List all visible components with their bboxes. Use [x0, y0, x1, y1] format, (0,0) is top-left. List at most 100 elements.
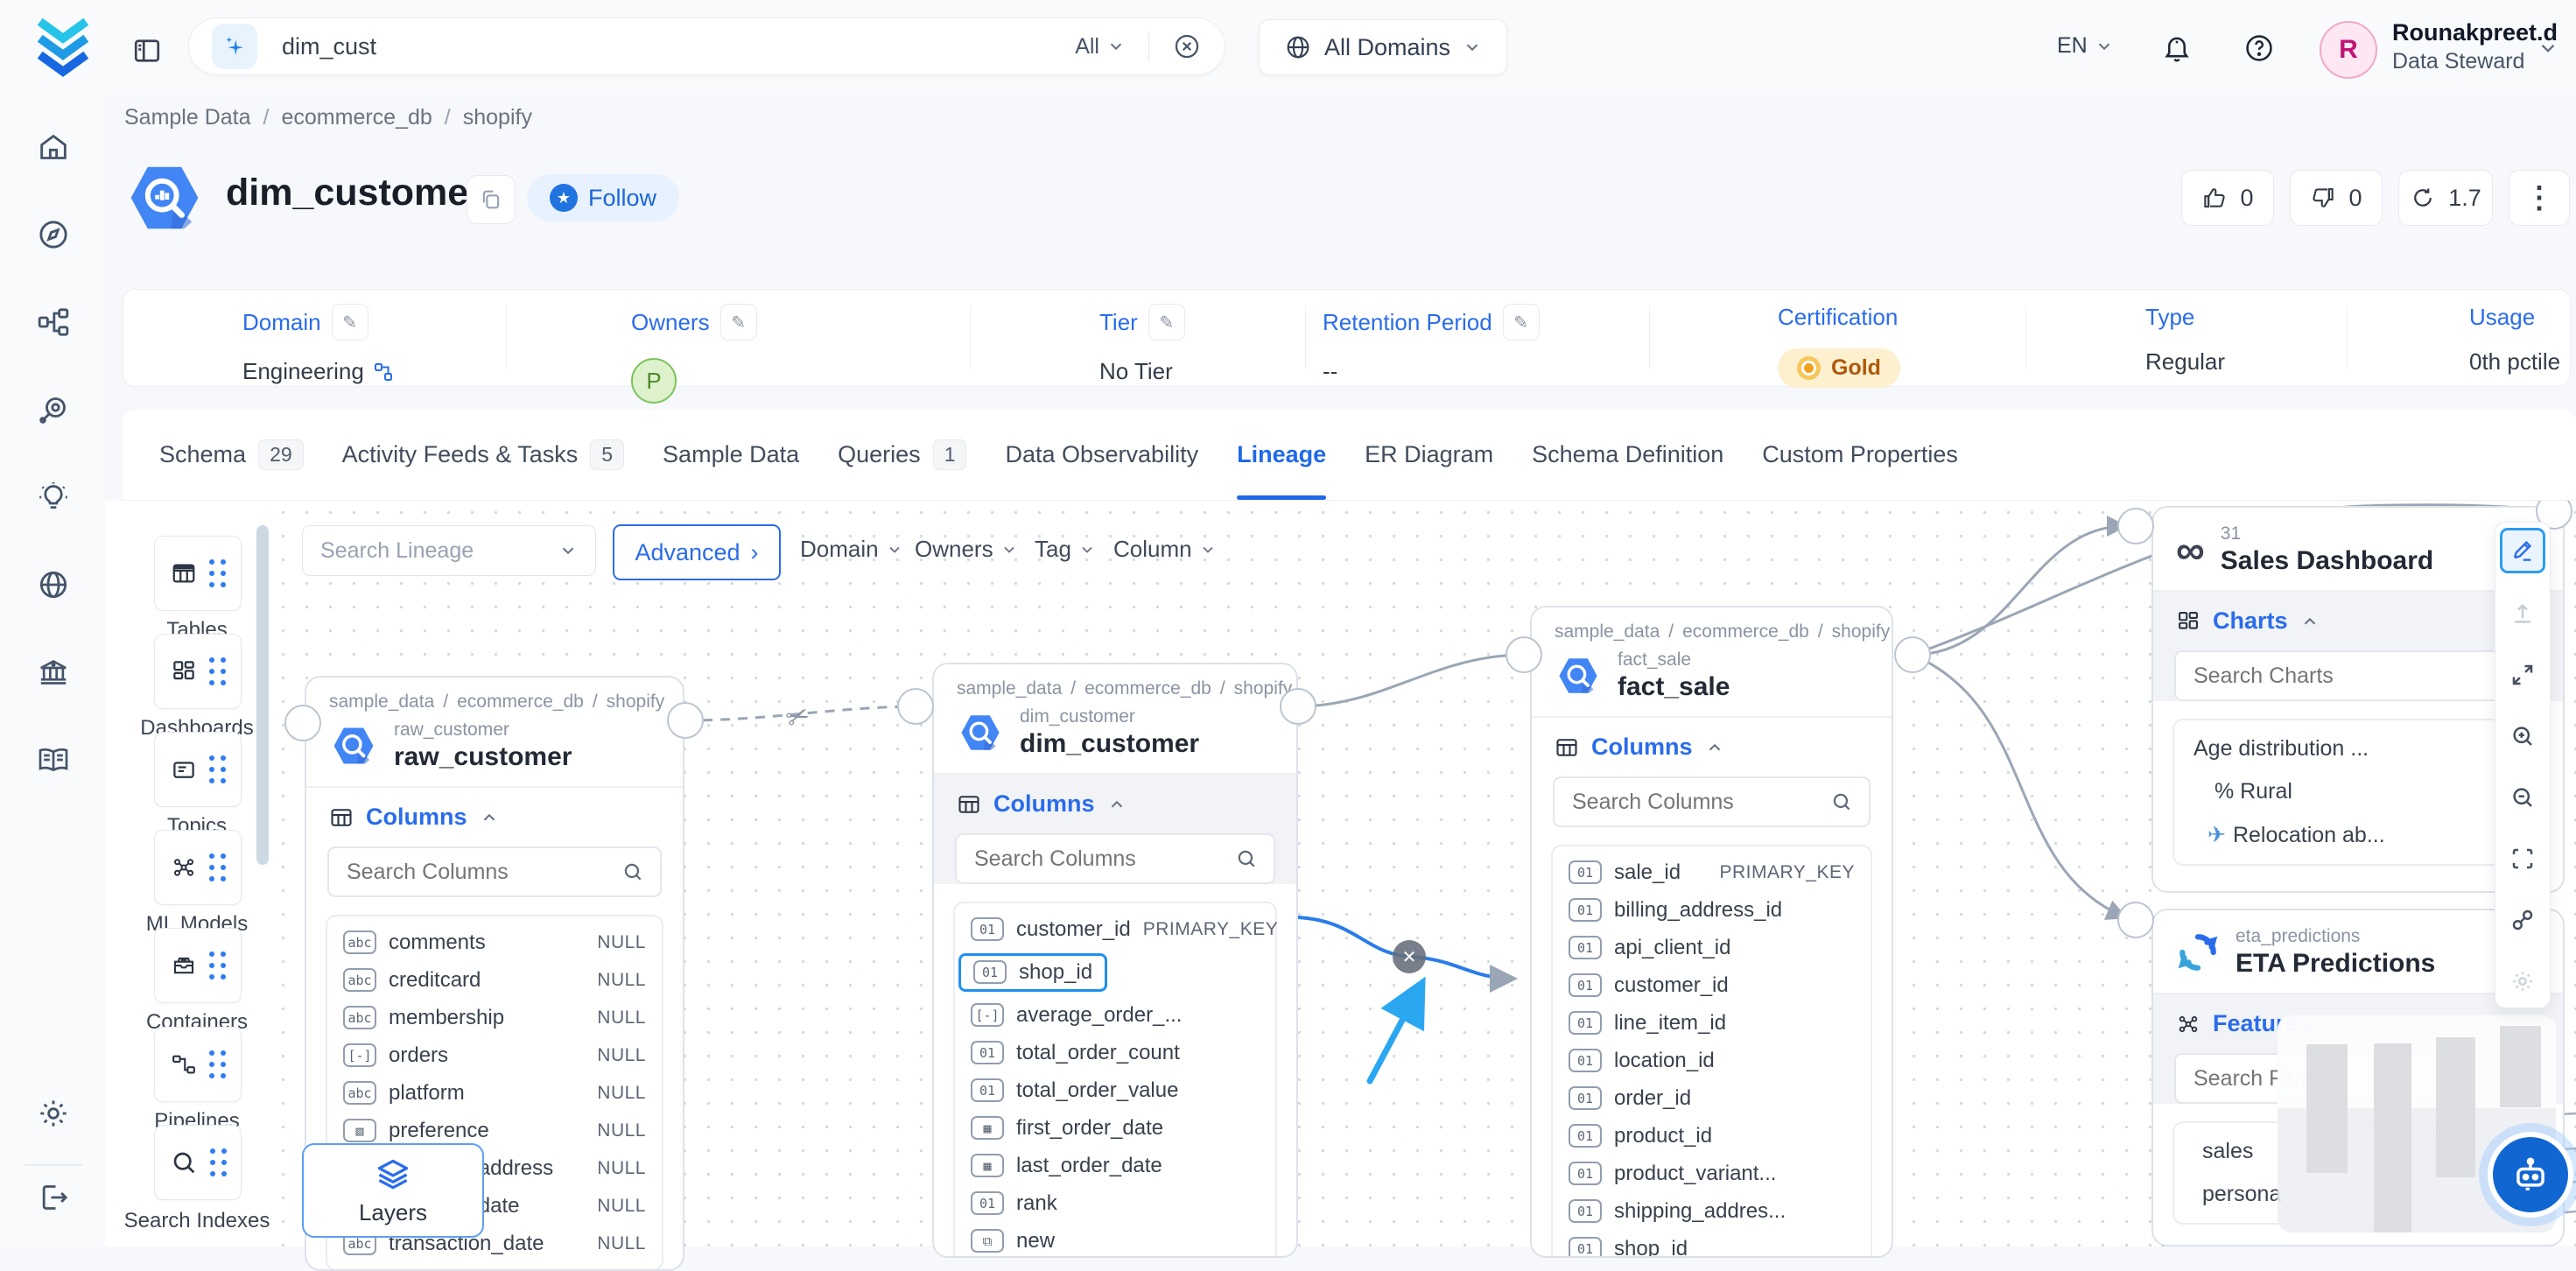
column-row[interactable]: abcmembershipNULL	[327, 999, 662, 1036]
search-lineage-select[interactable]: Search Lineage	[302, 525, 596, 576]
column-row[interactable]: 01order_id	[1553, 1079, 1871, 1117]
user-name[interactable]: Rounakpreet.d	[2392, 19, 2558, 46]
palette-search-indexes[interactable]	[154, 1125, 242, 1200]
node-connection-handle[interactable]	[1280, 688, 1316, 725]
filter-tag-dropdown[interactable]: Tag	[1035, 536, 1096, 563]
chart-item[interactable]: ✈Relocation ab...	[2174, 813, 2542, 857]
edit-lineage-button[interactable]	[2500, 528, 2545, 573]
advanced-filter-button[interactable]: Advanced›	[613, 524, 781, 580]
column-row[interactable]: 01product_id	[1553, 1117, 1871, 1155]
global-search-bar[interactable]: All	[188, 18, 1225, 75]
edit-owners-button[interactable]: ✎	[720, 304, 757, 341]
columns-section-toggle[interactable]: Columns	[1532, 718, 1892, 773]
column-row[interactable]: 01billing_address_id	[1553, 891, 1871, 929]
tab-data-observability[interactable]: Data Observability	[1005, 410, 1198, 500]
tab-er-diagram[interactable]: ER Diagram	[1365, 410, 1493, 500]
column-row[interactable]: [-]average_order_...	[955, 996, 1275, 1034]
palette-tables[interactable]	[154, 536, 242, 611]
column-row[interactable]: 01rank	[955, 1184, 1275, 1222]
insights-bulb-icon[interactable]	[36, 480, 71, 515]
node-connection-handle[interactable]	[1894, 636, 1931, 673]
node-connection-handle[interactable]	[284, 705, 321, 741]
domains-globe-icon[interactable]	[36, 567, 71, 602]
column-row[interactable]: 01api_client_id	[1553, 929, 1871, 966]
chart-item[interactable]: % Rural	[2174, 770, 2542, 813]
expand-all-button[interactable]	[2500, 654, 2545, 696]
filter-column-dropdown[interactable]: Column	[1113, 536, 1217, 563]
node-connection-handle[interactable]	[667, 702, 704, 739]
edit-retention-button[interactable]: ✎	[1503, 304, 1540, 341]
column-row[interactable]: ▦last_order_date	[955, 1147, 1275, 1184]
chatbot-button[interactable]	[2493, 1137, 2568, 1212]
tab-activity-feeds[interactable]: Activity Feeds & Tasks5	[342, 410, 624, 500]
columns-section-toggle[interactable]: Columns	[306, 788, 683, 843]
zoom-in-button[interactable]	[2500, 715, 2545, 757]
column-row[interactable]: 01customer_id	[1553, 966, 1871, 1004]
palette-topics[interactable]	[154, 732, 242, 807]
column-row[interactable]: 01location_id	[1553, 1042, 1871, 1079]
domains-hierarchy-icon[interactable]	[36, 305, 71, 340]
search-columns-field[interactable]	[1553, 776, 1871, 827]
column-row[interactable]: 01customer_idPRIMARY_KEY	[955, 910, 1275, 948]
help-icon[interactable]	[2243, 32, 2276, 65]
column-row[interactable]: 01total_order_value	[955, 1071, 1275, 1109]
lineage-settings-gear-icon[interactable]	[2500, 960, 2545, 1002]
column-row-selected[interactable]: 01shop_id	[955, 948, 1275, 996]
column-row[interactable]: [-]ordersNULL	[327, 1036, 662, 1074]
filter-owners-dropdown[interactable]: Owners	[915, 536, 1018, 563]
tab-schema[interactable]: Schema29	[159, 410, 304, 500]
copy-name-button[interactable]	[467, 175, 516, 224]
tab-lineage[interactable]: Lineage	[1237, 410, 1326, 500]
notifications-bell-icon[interactable]	[2160, 32, 2193, 65]
explore-compass-icon[interactable]	[36, 217, 71, 252]
edit-tier-button[interactable]: ✎	[1148, 304, 1185, 341]
downvote-button[interactable]: 0	[2290, 170, 2383, 226]
palette-containers[interactable]	[154, 928, 242, 1003]
column-row[interactable]: ⧉new	[955, 1222, 1275, 1258]
observability-icon[interactable]	[36, 392, 71, 427]
owner-avatar[interactable]: P	[631, 358, 677, 404]
glossary-book-icon[interactable]	[36, 742, 71, 777]
palette-dashboards[interactable]	[154, 634, 242, 709]
layers-button[interactable]: Layers	[302, 1143, 484, 1238]
governance-bank-icon[interactable]	[36, 655, 71, 690]
settings-gear-icon[interactable]	[36, 1096, 71, 1131]
home-icon[interactable]	[36, 130, 71, 165]
fit-view-button[interactable]	[2500, 838, 2545, 880]
tab-custom-properties[interactable]: Custom Properties	[1762, 410, 1958, 500]
breadcrumb-link[interactable]: ecommerce_db	[281, 105, 432, 130]
filter-domain-dropdown[interactable]: Domain	[800, 536, 903, 563]
upvote-button[interactable]: 0	[2181, 170, 2274, 226]
zoom-out-button[interactable]	[2500, 776, 2545, 818]
column-row[interactable]: 01shop_id	[1553, 1230, 1871, 1258]
more-actions-button[interactable]: ⋮	[2509, 170, 2570, 226]
column-row[interactable]: 01sale_idPRIMARY_KEY	[1553, 853, 1871, 891]
lineage-node-dim-customer[interactable]: sample_data/ecommerce_db/shopify dim_cus…	[932, 663, 1298, 1258]
edit-domain-button[interactable]: ✎	[332, 304, 369, 341]
tab-queries[interactable]: Queries1	[838, 410, 966, 500]
search-columns-field[interactable]	[327, 846, 662, 897]
node-connection-handle[interactable]	[897, 688, 934, 725]
search-input[interactable]	[280, 32, 1075, 61]
node-connection-handle[interactable]	[1506, 636, 1542, 673]
breadcrumb-link[interactable]: Sample Data	[124, 105, 251, 130]
node-connection-handle[interactable]	[2117, 902, 2154, 938]
tab-schema-definition[interactable]: Schema Definition	[1532, 410, 1723, 500]
search-charts-field[interactable]	[2174, 650, 2542, 701]
lineage-node-fact-sale[interactable]: sample_data/ecommerce_db/shopify fact_sa…	[1530, 606, 1893, 1258]
chart-item[interactable]: Age distribution ...	[2174, 727, 2542, 770]
language-selector[interactable]: EN	[2057, 33, 2114, 59]
logout-icon[interactable]	[36, 1180, 71, 1215]
tab-sample-data[interactable]: Sample Data	[663, 410, 799, 500]
column-row[interactable]: abccommentsNULL	[327, 923, 662, 961]
delete-edge-button[interactable]: ✕	[1393, 940, 1426, 973]
search-scope-dropdown[interactable]: All	[1075, 34, 1126, 60]
openmetadata-logo-icon[interactable]	[32, 14, 95, 81]
column-lineage-link-button[interactable]	[2500, 899, 2545, 941]
columns-section-toggle[interactable]: Columns	[934, 775, 1296, 830]
column-row[interactable]: abccreditcardNULL	[327, 961, 662, 999]
search-columns-field[interactable]	[955, 833, 1275, 884]
palette-scrollbar[interactable]	[256, 525, 269, 865]
palette-ml-models[interactable]	[154, 830, 242, 905]
clear-search-icon[interactable]	[1172, 32, 1202, 61]
